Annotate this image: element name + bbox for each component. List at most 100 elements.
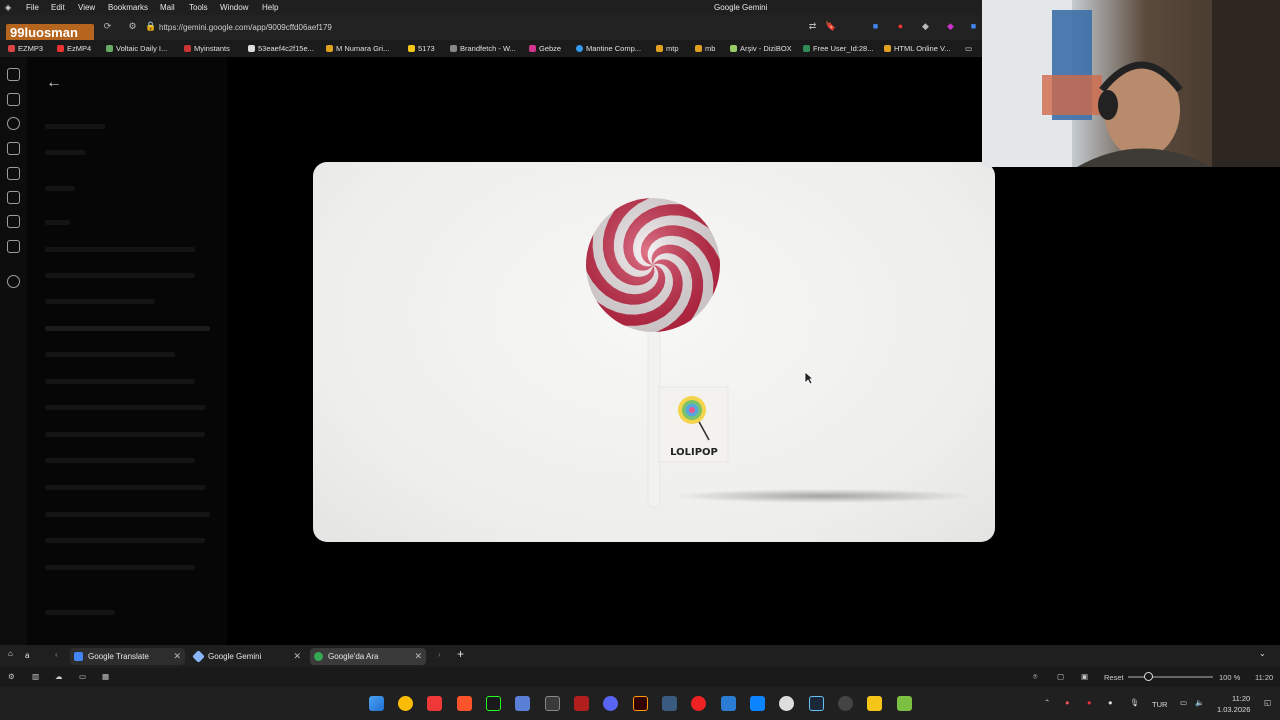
close-tab-icon[interactable]: ✕ <box>173 648 181 665</box>
cloud-icon[interactable]: ☁ <box>55 672 63 681</box>
tray-app-icon[interactable]: ● <box>1108 698 1113 707</box>
tray-chevron-icon[interactable]: ⌃ <box>1044 698 1050 707</box>
menu-mail[interactable]: Mail <box>160 3 175 12</box>
explorer-icon[interactable] <box>721 696 736 711</box>
bookmark-item[interactable]: HTML Online V... <box>884 44 951 53</box>
app-icon[interactable] <box>662 696 677 711</box>
app-icon[interactable] <box>515 696 530 711</box>
close-tab-icon[interactable]: ✕ <box>414 648 422 665</box>
menu-file[interactable]: File <box>26 3 39 12</box>
tab-google-search[interactable]: Google'da Ara ✕ <box>310 648 426 665</box>
input-language[interactable]: TUR <box>1152 700 1167 709</box>
bookmark-item[interactable]: mb <box>695 44 715 53</box>
translate-panel-icon[interactable] <box>7 167 20 180</box>
menu-help[interactable]: Help <box>262 3 278 12</box>
bookmark-item[interactable]: mtp <box>656 44 679 53</box>
tab-google-translate[interactable]: Google Translate ✕ <box>70 648 185 665</box>
bookmark-item[interactable]: 53eaef4c2f15e... <box>248 44 314 53</box>
extension-icon[interactable]: ◆ <box>945 21 956 32</box>
menu-window[interactable]: Window <box>220 3 248 12</box>
site-settings-icon[interactable]: ⚙ <box>127 21 138 32</box>
app-icon[interactable] <box>779 696 794 711</box>
bookmark-folder-icon[interactable]: ▭ <box>965 44 972 53</box>
edge-icon[interactable] <box>750 696 765 711</box>
app-icon[interactable] <box>838 696 853 711</box>
bookmark-item[interactable]: Myinstants <box>184 44 230 53</box>
discord-icon[interactable] <box>603 696 618 711</box>
extension-icon[interactable]: ■ <box>968 21 979 32</box>
calendar-icon[interactable]: ▦ <box>102 672 109 681</box>
vivaldi-icon[interactable] <box>427 696 442 711</box>
back-arrow-icon[interactable]: ← <box>46 74 62 92</box>
new-tab-icon[interactable]: + <box>457 647 464 661</box>
clock-date[interactable]: 1.03.2026 <box>1217 705 1250 714</box>
tiling-icon[interactable]: ▥ <box>32 672 39 681</box>
bookmark-item[interactable]: EzMP4 <box>57 44 91 53</box>
terminal-icon[interactable] <box>486 696 501 711</box>
bookmark-item[interactable]: 5173 <box>408 44 435 53</box>
bookmark-item[interactable]: Brandfetch - W... <box>450 44 516 53</box>
bookmark-favicon-icon <box>8 45 15 52</box>
filezilla-icon[interactable] <box>574 696 589 711</box>
folder-icon[interactable] <box>867 696 882 711</box>
menu-bookmarks[interactable]: Bookmarks <box>108 3 148 12</box>
close-tab-icon[interactable]: ✕ <box>293 648 301 665</box>
bookmark-favicon-icon <box>248 45 255 52</box>
bookmark-item[interactable]: EZMP3 <box>8 44 43 53</box>
panel-toggle-icon[interactable]: ⌂ <box>8 649 13 658</box>
url-field[interactable]: https://gemini.google.com/app/9009cffd06… <box>159 23 332 32</box>
tabs-scroll-right-icon[interactable]: › <box>438 650 441 659</box>
volume-icon[interactable]: 🔈 <box>1195 698 1204 707</box>
app-icon[interactable] <box>897 696 912 711</box>
bookmark-item[interactable]: Voltaic Daily I... <box>106 44 167 53</box>
notes-panel-icon[interactable] <box>7 142 20 155</box>
window-icon[interactable]: ▭ <box>79 672 86 681</box>
menu-view[interactable]: View <box>78 3 95 12</box>
image-toggle-icon[interactable]: ▣ <box>1081 672 1088 681</box>
window-panel-icon[interactable] <box>7 215 20 228</box>
steam-icon[interactable] <box>809 696 824 711</box>
page-tiling-icon[interactable]: ▢ <box>1057 672 1064 681</box>
start-icon[interactable] <box>369 696 384 711</box>
tray-app-icon[interactable]: ● <box>1087 698 1092 707</box>
capture-icon[interactable]: ⌾ <box>1033 672 1038 682</box>
extension-icon[interactable]: ◆ <box>920 21 931 32</box>
bookmark-item[interactable]: Mantine Comp... <box>576 44 641 53</box>
tab-google-gemini[interactable]: Google Gemini ✕ <box>190 648 305 665</box>
app-menu-icon[interactable]: ◈ <box>5 3 11 12</box>
microphone-icon[interactable]: 🎙 <box>1130 698 1140 707</box>
brave-icon[interactable] <box>457 696 472 711</box>
menu-tools[interactable]: Tools <box>189 3 208 12</box>
extension-icon[interactable]: ● <box>895 21 906 32</box>
translate-icon[interactable]: ⇄ <box>807 21 818 32</box>
bookmark-item[interactable]: Gebze <box>529 44 561 53</box>
bookmark-page-icon[interactable]: 🔖 <box>825 21 836 32</box>
bookmarks-panel-icon[interactable] <box>7 68 20 81</box>
extension-icon[interactable]: ■ <box>870 21 881 32</box>
sync-icon[interactable]: ⚙ <box>8 672 15 681</box>
hs-app-icon[interactable] <box>545 696 560 711</box>
bookmark-item[interactable]: Arşiv - DiziBOX <box>730 44 792 53</box>
illustrator-icon[interactable] <box>633 696 648 711</box>
downloads-panel-icon[interactable] <box>7 93 20 106</box>
history-panel-icon[interactable] <box>7 117 20 130</box>
image-lightbox[interactable]: LOLIPOP <box>313 162 995 542</box>
bookmark-item[interactable]: Free User_Id:28... <box>803 44 873 53</box>
mail-panel-icon[interactable] <box>7 240 20 253</box>
zoom-reset-button[interactable]: Reset <box>1104 673 1124 682</box>
reading-list-icon[interactable] <box>7 191 20 204</box>
tray-app-icon[interactable]: ● <box>1065 698 1070 707</box>
clock-time[interactable]: 11:20 <box>1232 694 1250 703</box>
tabs-scroll-left-icon[interactable]: ‹ <box>55 650 58 659</box>
chrome-icon[interactable] <box>398 696 413 711</box>
reload-icon[interactable]: ⟳ <box>102 21 113 32</box>
zoom-slider-handle[interactable] <box>1144 672 1153 681</box>
zoom-slider[interactable] <box>1128 676 1213 678</box>
bookmark-item[interactable]: M Numara Gri... <box>326 44 389 53</box>
tab-menu-icon[interactable]: ⌄ <box>1259 649 1266 658</box>
network-icon[interactable]: ▭ <box>1180 698 1187 707</box>
notifications-icon[interactable]: ◱ <box>1264 698 1271 707</box>
menu-edit[interactable]: Edit <box>51 3 65 12</box>
record-icon[interactable] <box>691 696 706 711</box>
add-panel-icon[interactable] <box>7 275 20 288</box>
